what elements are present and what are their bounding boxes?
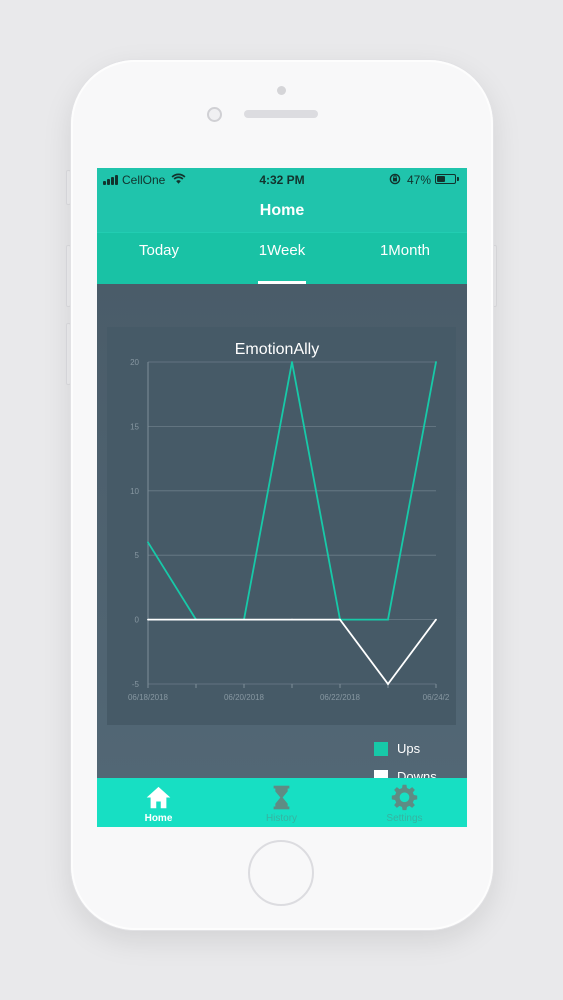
chart-card: 20 15 10 5 0 -5 06/18/2018 06/20/2018 06/22/2018…: [107, 327, 456, 725]
y-tick-label: -5: [132, 680, 140, 689]
orientation-lock-icon: [389, 173, 401, 185]
data-point-ups: [435, 361, 437, 363]
bottom-nav-settings[interactable]: Settings: [343, 778, 466, 827]
data-point-ups: [147, 541, 149, 544]
tab-1month[interactable]: 1Month: [343, 233, 467, 285]
x-tick-label: 06/20/2018: [224, 693, 265, 702]
page-title: Home: [259, 202, 305, 219]
data-point-downs: [147, 618, 149, 621]
bottom-nav-label-home: Home: [144, 813, 173, 824]
legend-item-ups[interactable]: Ups: [374, 740, 454, 768]
series-line-downs: [148, 618, 437, 686]
x-tick-label: 06/22/2018: [320, 693, 361, 702]
gear-icon: [391, 784, 418, 811]
y-tick-label: 15: [130, 422, 139, 431]
battery-level: [437, 176, 445, 182]
app-screen: CellOne 4:32 PM 47% Home Today 1Week 1Mo…: [97, 168, 467, 827]
proximity-sensor: [277, 86, 286, 95]
period-tabs: Today 1Week 1Month: [97, 232, 467, 284]
legend-label-ups: Ups: [397, 741, 421, 756]
data-point-downs: [339, 618, 341, 621]
bottom-nav-home[interactable]: Home: [97, 778, 220, 827]
data-point-downs: [435, 618, 437, 621]
y-tick-label: 5: [135, 551, 140, 560]
y-tick-label: 10: [130, 487, 139, 496]
chart-content[interactable]: 20 15 10 5 0 -5 06/18/2018 06/20/2018 06/22/2018…: [97, 284, 467, 784]
home-icon: [146, 786, 171, 809]
tab-today[interactable]: Today: [97, 233, 221, 285]
data-point-downs: [195, 618, 197, 621]
bottom-nav-label-settings: Settings: [386, 813, 423, 824]
header-bar: Home: [97, 192, 467, 232]
data-point-ups: [387, 618, 389, 621]
hardware-home-button[interactable]: [248, 840, 314, 906]
emotion-line-chart: 20 15 10 5 0 -5 06/18/2018 06/20/2018 06/22/2018…: [128, 358, 450, 702]
y-tick-label: 20: [130, 358, 139, 367]
x-tick-label: 06/24/2: [423, 693, 450, 702]
data-point-ups: [291, 361, 293, 363]
data-point-downs: [387, 683, 389, 685]
hourglass-icon: [273, 785, 290, 810]
bottom-nav-label-history: History: [265, 813, 298, 824]
x-tick-label: 06/18/2018: [128, 693, 169, 702]
y-tick-label: 0: [135, 616, 140, 625]
chart-title: EmotionAlly: [234, 341, 320, 358]
battery-percent: 47%: [407, 173, 432, 187]
bottom-nav-history[interactable]: History: [220, 778, 343, 827]
data-point-downs: [243, 618, 245, 621]
front-camera: [207, 107, 222, 122]
bottom-navigation: Home History Settings: [97, 778, 467, 827]
battery-icon: [435, 174, 459, 184]
tab-1week[interactable]: 1Week: [220, 233, 344, 285]
earpiece-speaker: [244, 110, 318, 118]
legend-swatch-ups: [374, 742, 388, 756]
status-bar: CellOne 4:32 PM 47%: [97, 168, 467, 192]
data-point-downs: [291, 618, 293, 621]
